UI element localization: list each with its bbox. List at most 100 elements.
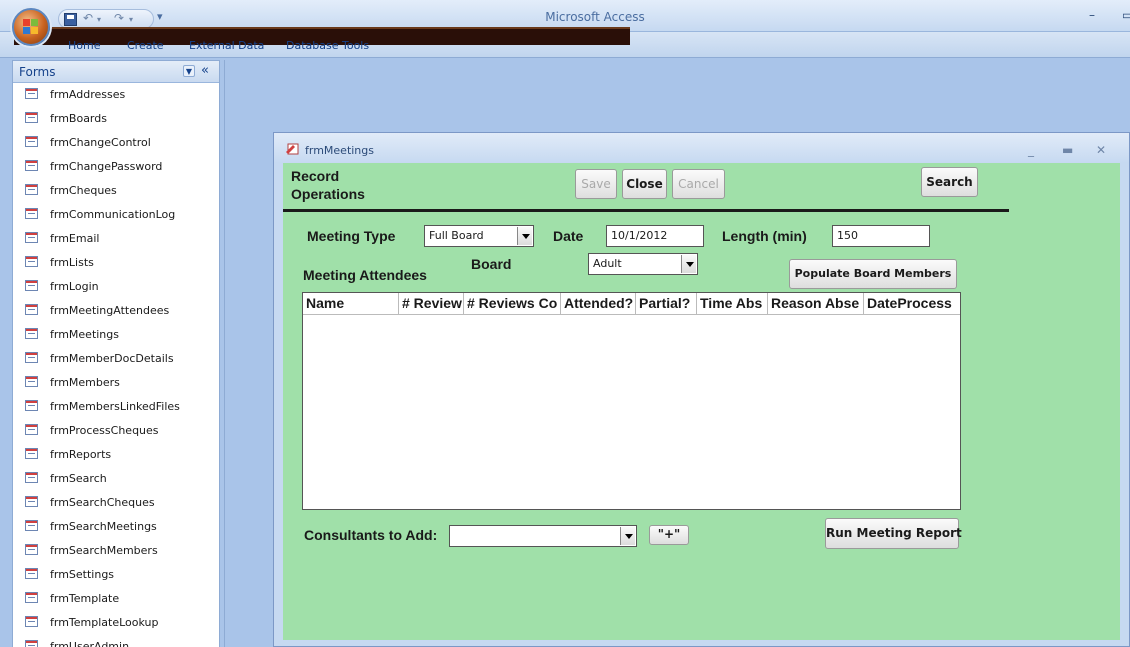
column-header-date-processed[interactable]: DateProcess	[864, 293, 960, 315]
quick-access-toolbar[interactable]: ↶ ▾ ↷ ▾	[58, 9, 154, 29]
column-header-reviews[interactable]: # Review	[399, 293, 464, 315]
nav-item-frmtemplatelookup[interactable]: frmTemplateLookup	[13, 612, 219, 636]
nav-item-frmreports[interactable]: frmReports	[13, 444, 219, 468]
column-header-reason-absent[interactable]: Reason Abse	[768, 293, 864, 315]
chevron-down-icon[interactable]	[620, 527, 635, 545]
nav-item-frmprocesscheques[interactable]: frmProcessCheques	[13, 420, 219, 444]
meeting-type-select[interactable]: Full Board	[424, 225, 534, 247]
nav-item-frmsearchmeetings[interactable]: frmSearchMeetings	[13, 516, 219, 540]
nav-header[interactable]: Forms ▼ «	[13, 61, 219, 83]
undo-icon[interactable]: ↶	[83, 11, 93, 25]
nav-item-frmcheques[interactable]: frmCheques	[13, 180, 219, 204]
nav-item-frmboards[interactable]: frmBoards	[13, 108, 219, 132]
nav-item-label: frmMeetings	[50, 328, 119, 341]
consultants-select[interactable]	[449, 525, 637, 547]
nav-item-label: frmSearch	[50, 472, 107, 485]
form-icon	[25, 472, 38, 483]
nav-item-label: frmLogin	[50, 280, 99, 293]
nav-item-label: frmChangeControl	[50, 136, 151, 149]
board-select[interactable]: Adult	[588, 253, 698, 275]
nav-item-frmmemberdocdetails[interactable]: frmMemberDocDetails	[13, 348, 219, 372]
record-ops-label-line1: Record	[291, 168, 340, 184]
search-button[interactable]: Search	[921, 167, 978, 197]
form-icon	[25, 400, 38, 411]
nav-item-frmmembers[interactable]: frmMembers	[13, 372, 219, 396]
form-close-icon[interactable]: ✕	[1096, 143, 1106, 157]
form-maximize-icon[interactable]: ▬	[1062, 143, 1073, 157]
board-value: Adult	[593, 257, 622, 270]
nav-item-label: frmBoards	[50, 112, 107, 125]
form-icon	[25, 304, 38, 315]
nav-item-frmmeetings[interactable]: frmMeetings	[13, 324, 219, 348]
office-logo-icon	[23, 19, 39, 35]
column-header-name[interactable]: Name	[303, 293, 399, 315]
form-icon	[25, 280, 38, 291]
column-header-time-absent[interactable]: Time Abs	[697, 293, 768, 315]
restore-icon[interactable]: ▭	[1122, 8, 1130, 22]
undo-dropdown-icon[interactable]: ▾	[97, 15, 101, 24]
tab-database-tools[interactable]: Database Tools	[286, 39, 369, 52]
populate-board-members-button[interactable]: Populate Board Members	[789, 259, 957, 289]
nav-item-label: frmMeetingAttendees	[50, 304, 170, 317]
nav-item-label: frmSettings	[50, 568, 115, 581]
save-icon[interactable]	[64, 13, 77, 26]
form-icon	[25, 616, 38, 627]
nav-item-label: frmUserAdmin	[50, 640, 130, 647]
chevron-down-icon[interactable]	[681, 255, 696, 273]
form-icon	[25, 520, 38, 531]
form-icon	[25, 424, 38, 435]
tab-create[interactable]: Create	[127, 39, 164, 52]
nav-item-frmaddresses[interactable]: frmAddresses	[13, 84, 219, 108]
form-icon	[25, 88, 38, 99]
tab-external-data[interactable]: External Data	[189, 39, 264, 52]
navigation-pane: Forms ▼ « frmAddresses frmBoards frmChange…	[12, 60, 220, 647]
redo-dropdown-icon[interactable]: ▾	[129, 15, 133, 24]
nav-item-frmlists[interactable]: frmLists	[13, 252, 219, 276]
nav-item-label: frmMembers	[50, 376, 120, 389]
customize-toolbar-icon[interactable]: ▾	[157, 10, 163, 23]
column-header-partial[interactable]: Partial?	[636, 293, 697, 315]
nav-item-frmsearchmembers[interactable]: frmSearchMembers	[13, 540, 219, 564]
run-meeting-report-button[interactable]: Run Meeting Report	[825, 518, 962, 549]
nav-item-frmsearch[interactable]: frmSearch	[13, 468, 219, 492]
nav-item-label: frmReports	[50, 448, 112, 461]
form-icon	[25, 568, 38, 579]
nav-item-frmemail[interactable]: frmEmail	[13, 228, 219, 252]
nav-item-frmmemberslinkedfiles[interactable]: frmMembersLinkedFiles	[13, 396, 219, 420]
close-button[interactable]: Close	[622, 169, 667, 199]
date-field[interactable]: 10/1/2012	[606, 225, 704, 247]
form-icon	[25, 448, 38, 459]
form-minimize-icon[interactable]: _	[1028, 143, 1034, 157]
nav-item-frmlogin[interactable]: frmLogin	[13, 276, 219, 300]
attendees-datasheet[interactable]: Name # Review # Reviews Co Attended? Par…	[302, 292, 961, 510]
form-icon	[25, 376, 38, 387]
form-icon	[25, 256, 38, 267]
nav-item-frmchangepassword[interactable]: frmChangePassword	[13, 156, 219, 180]
redo-icon[interactable]: ↷	[114, 11, 124, 25]
header-divider	[283, 209, 1009, 212]
form-icon	[25, 112, 38, 123]
window-controls: – ▭	[1080, 6, 1130, 26]
nav-item-frmtemplate[interactable]: frmTemplate	[13, 588, 219, 612]
cancel-button[interactable]: Cancel	[672, 169, 725, 199]
form-icon	[25, 232, 38, 243]
nav-item-frmcommunicationlog[interactable]: frmCommunicationLog	[13, 204, 219, 228]
chevron-down-icon[interactable]	[517, 227, 532, 245]
nav-dropdown-icon[interactable]: ▼	[183, 65, 195, 77]
length-field[interactable]: 150	[832, 225, 930, 247]
minimize-icon[interactable]: –	[1089, 8, 1095, 22]
tab-home[interactable]: Home	[68, 39, 100, 52]
office-button[interactable]	[12, 8, 50, 46]
add-consultant-button[interactable]: "+"	[649, 525, 689, 545]
nav-item-frmuseradmin[interactable]: frmUserAdmin	[13, 636, 219, 647]
column-header-attended[interactable]: Attended?	[561, 293, 636, 315]
nav-item-frmmeetingattendees[interactable]: frmMeetingAttendees	[13, 300, 219, 324]
nav-header-label: Forms	[19, 65, 56, 79]
nav-item-label: frmCommunicationLog	[50, 208, 176, 221]
nav-collapse-icon[interactable]: «	[201, 63, 209, 78]
nav-item-frmsettings[interactable]: frmSettings	[13, 564, 219, 588]
column-header-reviews-completed[interactable]: # Reviews Co	[464, 293, 561, 315]
nav-item-frmsearchcheques[interactable]: frmSearchCheques	[13, 492, 219, 516]
nav-item-frmchangecontrol[interactable]: frmChangeControl	[13, 132, 219, 156]
save-button[interactable]: Save	[575, 169, 617, 199]
